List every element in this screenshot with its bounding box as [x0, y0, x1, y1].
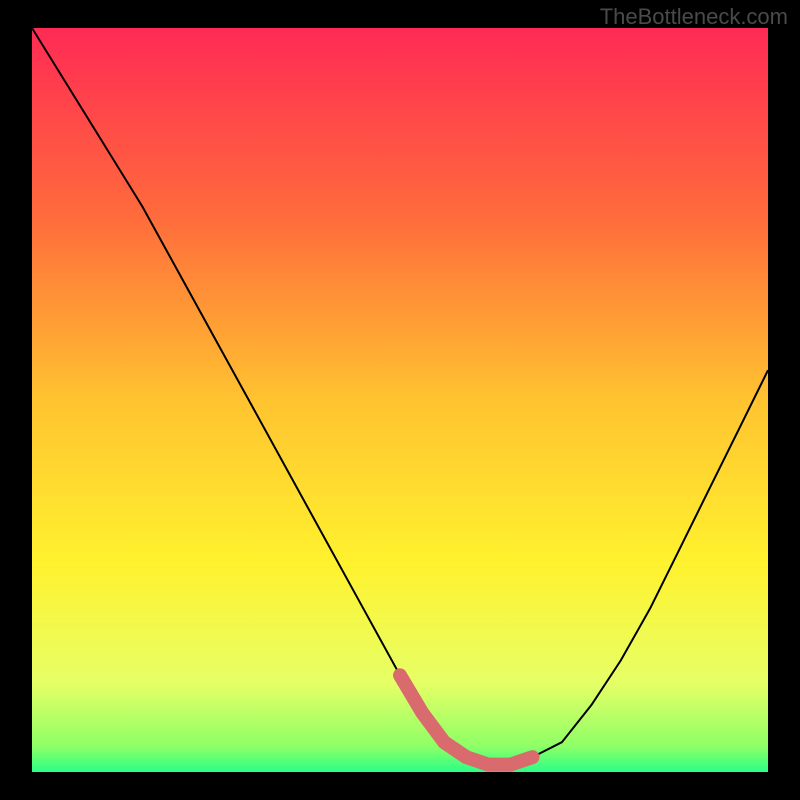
- bottleneck-chart: [0, 0, 800, 800]
- attribution-watermark: TheBottleneck.com: [600, 4, 788, 30]
- chart-container: TheBottleneck.com: [0, 0, 800, 800]
- plot-area: [32, 28, 768, 772]
